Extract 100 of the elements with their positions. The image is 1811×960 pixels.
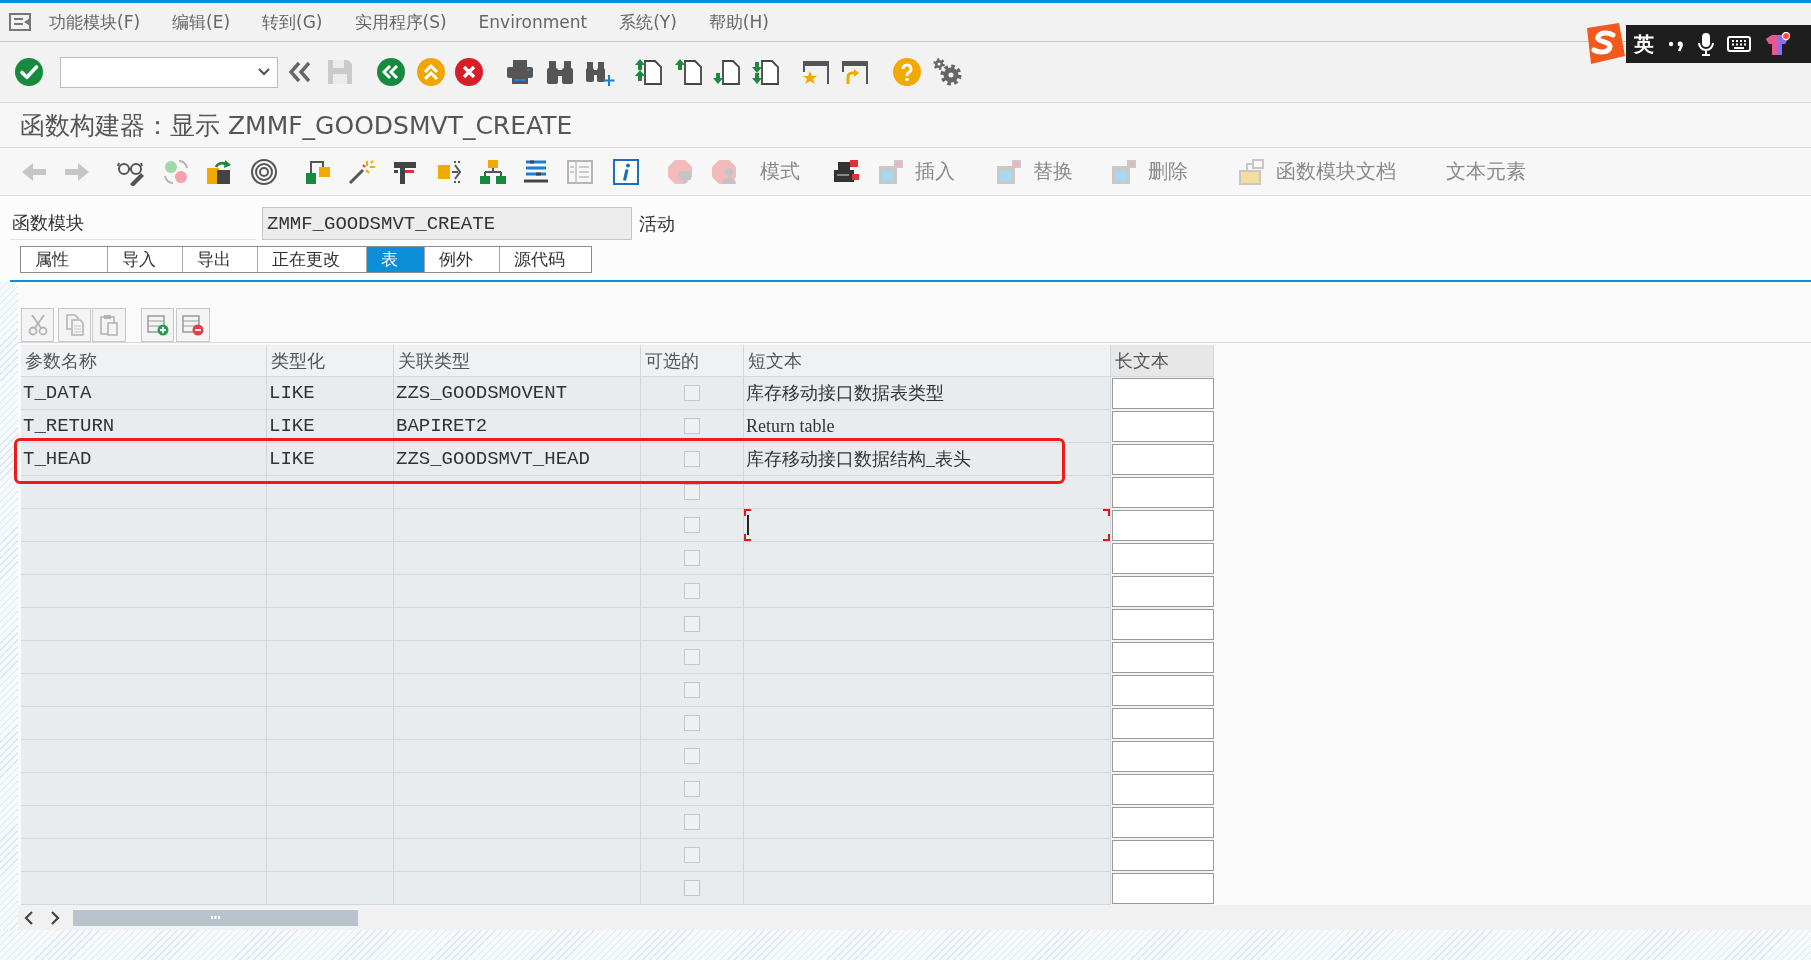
checkbox[interactable] — [684, 814, 700, 830]
tab[interactable]: 表 — [367, 247, 425, 272]
checkbox[interactable] — [684, 616, 700, 632]
window-icon[interactable] — [1110, 157, 1138, 186]
menu-item[interactable]: 系统(Y) — [619, 10, 677, 34]
document-list-icon[interactable] — [566, 157, 594, 186]
long-text-field[interactable] — [1112, 708, 1214, 739]
gear-icon[interactable] — [932, 57, 964, 87]
field-label: 函数模块 — [10, 207, 256, 240]
chevron-left-icon[interactable] — [24, 910, 34, 925]
page-down-double-icon[interactable] — [752, 58, 780, 86]
window-icon[interactable] — [877, 157, 905, 186]
toolbar-button[interactable]: 模式 — [760, 156, 800, 187]
keyboard-icon[interactable] — [1727, 35, 1751, 53]
hierarchy-icon[interactable] — [479, 157, 507, 186]
long-text-field[interactable] — [1112, 477, 1214, 508]
copy-button[interactable] — [58, 308, 91, 342]
long-text-field[interactable] — [1112, 873, 1214, 904]
checkbox[interactable] — [684, 484, 700, 500]
window-star-icon[interactable] — [801, 58, 831, 86]
page-up-icon[interactable] — [675, 58, 703, 86]
checkbox[interactable] — [684, 418, 700, 434]
checkbox[interactable] — [684, 682, 700, 698]
chevron-right-icon[interactable] — [50, 910, 60, 925]
menu-item[interactable]: 实用程序(S) — [354, 10, 447, 34]
command-field[interactable] — [60, 56, 278, 88]
long-text-field[interactable] — [1112, 576, 1214, 607]
long-text-field[interactable] — [1112, 411, 1214, 442]
shirt-icon[interactable] — [1764, 32, 1790, 56]
long-text-field[interactable] — [1112, 378, 1214, 409]
binoculars-icon[interactable] — [546, 58, 574, 86]
long-text-field[interactable] — [1112, 807, 1214, 838]
menu-icon[interactable] — [9, 13, 31, 31]
checkbox[interactable] — [684, 385, 700, 401]
checkbox[interactable] — [684, 649, 700, 665]
column-header: 参数名称 — [21, 345, 267, 377]
delete-row-icon[interactable] — [182, 314, 204, 336]
printer-icon[interactable] — [505, 58, 535, 86]
save-icon[interactable] — [326, 58, 354, 86]
checkbox[interactable] — [684, 781, 700, 797]
caret-icon[interactable] — [257, 67, 271, 77]
boxes-icon[interactable] — [1238, 157, 1266, 186]
paste-button[interactable] — [92, 308, 126, 342]
checkbox[interactable] — [684, 748, 700, 764]
circles-icon[interactable] — [162, 157, 190, 186]
long-text-field[interactable] — [1112, 741, 1214, 772]
page-down-icon[interactable] — [713, 58, 741, 86]
checkbox[interactable] — [684, 880, 700, 896]
help-icon[interactable] — [893, 58, 921, 86]
long-text-field[interactable] — [1112, 642, 1214, 673]
page-title: 函数构建器：显示 ZMMF_GOODSMVT_CREATE — [20, 109, 573, 142]
long-text-field[interactable] — [1112, 543, 1214, 574]
cancel-icon[interactable] — [455, 58, 483, 86]
spiral-icon[interactable] — [250, 157, 278, 186]
stop-person-icon[interactable] — [710, 157, 738, 186]
checkbox[interactable] — [684, 583, 700, 599]
page-up-double-icon[interactable] — [635, 58, 663, 86]
long-text-field[interactable] — [1112, 510, 1214, 541]
microphone-icon[interactable] — [1698, 32, 1714, 56]
long-text-field[interactable] — [1112, 675, 1214, 706]
toolbar-button[interactable]: 插入 — [877, 156, 955, 187]
checkbox[interactable] — [684, 517, 700, 533]
long-text-field[interactable] — [1112, 774, 1214, 805]
toolbar-button[interactable]: 文本元素 — [1446, 156, 1526, 187]
check-icon[interactable] — [15, 58, 43, 86]
long-text-field[interactable] — [1112, 444, 1214, 475]
copy-icon[interactable] — [64, 314, 85, 336]
wand-icon[interactable] — [347, 157, 375, 186]
long-text-field[interactable] — [1112, 840, 1214, 871]
toolbar-button[interactable]: 删除 — [1110, 156, 1188, 187]
toolbar-button[interactable]: 替换 — [995, 156, 1073, 187]
checkbox[interactable] — [684, 550, 700, 566]
menu-item[interactable]: 功能模块(F) — [49, 10, 141, 34]
clipboard-arrow-icon[interactable] — [205, 157, 233, 186]
insert-row-button[interactable] — [141, 308, 174, 342]
window-arrow-icon[interactable] — [840, 58, 870, 86]
long-text-field[interactable] — [1112, 609, 1214, 640]
module-name-field[interactable]: ZMMF_GOODSMVT_CREATE — [262, 207, 632, 240]
menu-item[interactable]: 编辑(E) — [172, 10, 231, 34]
cut-button[interactable] — [21, 308, 54, 342]
checkbox[interactable] — [684, 451, 700, 467]
back-icon[interactable] — [377, 58, 405, 86]
language-mode-label[interactable]: 英 — [1634, 30, 1654, 58]
column-header: 长文本 — [1111, 345, 1214, 377]
window-icon[interactable] — [995, 157, 1023, 186]
insert-row-icon[interactable] — [146, 314, 169, 336]
checkbox[interactable] — [684, 847, 700, 863]
scrollbar-thumb[interactable] — [73, 909, 358, 926]
clipboard-icon[interactable] — [99, 314, 119, 336]
menu-item[interactable]: 帮助(H) — [708, 10, 769, 34]
exit-icon[interactable] — [417, 58, 445, 86]
stop-monitor-icon[interactable] — [666, 157, 694, 186]
delete-row-button[interactable] — [176, 308, 210, 342]
checkbox[interactable] — [684, 715, 700, 731]
scissors-icon[interactable] — [27, 314, 48, 336]
toolbar-button[interactable]: 函数模块文档 — [1238, 156, 1396, 187]
table-cell: ZZS_GOODSMOVENT — [394, 377, 641, 410]
menu-item[interactable]: Environment — [478, 12, 588, 32]
info-icon[interactable] — [612, 157, 640, 186]
menu-item[interactable]: 转到(G) — [262, 10, 323, 34]
